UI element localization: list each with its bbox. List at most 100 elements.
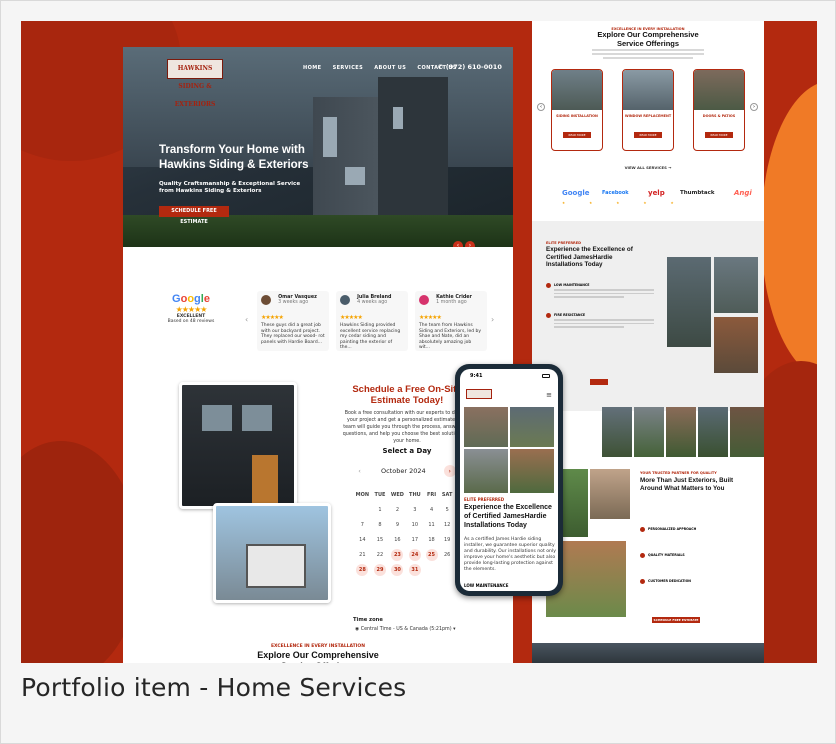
- brand-google: Google: [562, 189, 590, 197]
- review-stars: ★★★★★: [261, 314, 284, 321]
- review-date: 1 month ago: [436, 300, 467, 305]
- weekday-label: WED: [390, 491, 404, 498]
- read-more-button[interactable]: READ MORE: [563, 132, 591, 138]
- chevron-right-icon[interactable]: ›: [491, 315, 494, 324]
- calendar-day[interactable]: 25: [423, 547, 440, 562]
- calendar-day[interactable]: 30: [388, 562, 406, 577]
- brand-yelp: yelp: [648, 189, 665, 197]
- google-rating: Google ★★★★★ EXCELLENT Based on 48 revie…: [163, 293, 219, 324]
- hardie-point-text: [554, 289, 654, 298]
- hardie-point: LOW MAINTENANCE: [554, 283, 590, 287]
- calendar-day: 4: [423, 502, 440, 517]
- gallery-photo: [666, 407, 696, 457]
- day-number: 22: [376, 551, 384, 558]
- review-text: Hawkins Siding provided excellent servic…: [340, 323, 401, 350]
- day-number: 18: [428, 536, 435, 543]
- review-card: Julia Breland 4 weeks ago ★★★★★ Hawkins S…: [336, 291, 408, 351]
- brand-angi: Angi: [734, 189, 752, 197]
- calendar-day: 8: [372, 517, 389, 532]
- review-text: The team from Hawkins Siding and Exterio…: [419, 323, 482, 350]
- service-image: [623, 70, 673, 110]
- read-more-button[interactable]: READ MORE: [705, 132, 733, 138]
- day-number: 7: [360, 521, 364, 528]
- status-time: 9:41: [470, 373, 483, 379]
- calendar-week: 78910111213: [353, 517, 471, 532]
- calendar-day: 19: [440, 532, 455, 547]
- chevron-left-icon[interactable]: ‹: [245, 315, 248, 324]
- background-blob: [761, 81, 817, 381]
- mobile-logo[interactable]: [466, 389, 492, 399]
- site-logo[interactable]: HAWKINS SIDING & EXTERIORS: [167, 59, 223, 108]
- phone-screen: 9:41 ≡ ELITE PREFERRED Experience the Ex…: [460, 369, 558, 591]
- handshake-icon: [640, 579, 645, 584]
- schedule-estimate-button[interactable]: SCHEDULE FREE ESTIMATE: [652, 617, 700, 623]
- weekday-label: MON: [355, 491, 370, 498]
- portfolio-thumbnail[interactable]: HAWKINS SIDING & EXTERIORS HOME SERVICES…: [21, 21, 817, 663]
- calendar-day[interactable]: 29: [372, 562, 389, 577]
- nav-services[interactable]: SERVICES: [333, 65, 363, 71]
- weekday-label: THU: [409, 491, 421, 498]
- day-number: 9: [395, 521, 400, 528]
- service-card[interactable]: WINDOW REPLACEMENT READ MORE: [622, 69, 674, 151]
- hardie-point-text: [554, 319, 654, 328]
- calendar-day: 10: [407, 517, 424, 532]
- review-text: These guys did a great job with our back…: [261, 323, 325, 345]
- arrow-left-icon[interactable]: ‹: [453, 241, 463, 247]
- calendar-day[interactable]: 31: [407, 562, 424, 577]
- day-number: 31: [408, 563, 421, 576]
- calendar-day[interactable]: 23: [388, 547, 406, 562]
- exterior-photo: [590, 469, 630, 519]
- phone-mockup: 9:41 ≡ ELITE PREFERRED Experience the Ex…: [455, 364, 563, 596]
- read-more-button[interactable]: READ MORE: [634, 132, 662, 138]
- phone-number[interactable]: ✆ (972) 610-0010: [438, 63, 502, 71]
- service-title: WINDOW REPLACEMENT: [624, 114, 672, 118]
- nav-home[interactable]: HOME: [303, 65, 321, 71]
- carousel-next-icon[interactable]: ›: [750, 103, 758, 111]
- calendar-day: 2: [388, 502, 406, 517]
- view-all-services[interactable]: VIEW ALL SERVICES →: [532, 165, 764, 170]
- select-day-heading: Select a Day: [382, 447, 432, 455]
- calendar-empty: [423, 562, 440, 577]
- hardie-photo: [667, 257, 711, 347]
- calendar-day: 15: [372, 532, 389, 547]
- calendar-week: 14151617181920: [353, 532, 471, 547]
- arrow-right-icon[interactable]: ›: [465, 241, 475, 247]
- schedule-estimate-button[interactable]: SCHEDULE FREE ESTIMATE: [159, 206, 229, 225]
- more-point: PERSONALIZED APPROACH: [648, 527, 697, 531]
- hardie-photo: [714, 317, 758, 373]
- shield-icon: [546, 313, 551, 318]
- mobile-photo: [510, 449, 554, 493]
- day-number: 5: [445, 506, 449, 513]
- prev-month-icon[interactable]: ‹: [358, 467, 361, 475]
- calendar-day: 12: [440, 517, 455, 532]
- nav-about[interactable]: ABOUT US: [374, 65, 406, 71]
- battery-icon: [542, 374, 550, 378]
- review-stars: ★★★★★: [419, 314, 442, 321]
- day-number: 4: [429, 506, 434, 513]
- service-image: [694, 70, 744, 110]
- timezone-select[interactable]: ◉ Central Time - US & Canada (5:21pm) ▾: [355, 627, 456, 632]
- portfolio-caption[interactable]: Portfolio item - Home Services: [21, 673, 406, 702]
- day-number: 2: [395, 506, 400, 513]
- calendar-day[interactable]: 24: [407, 547, 424, 562]
- hardie-cta-button[interactable]: [590, 379, 608, 385]
- service-title: DOORS & PATIOS: [702, 114, 736, 118]
- schedule-text: Book a free consultation with our expert…: [342, 411, 472, 444]
- calendar-day[interactable]: 28: [353, 562, 372, 577]
- day-number: 3: [413, 506, 417, 513]
- avatar: [261, 295, 271, 305]
- service-card[interactable]: DOORS & PATIOS READ MORE: [693, 69, 745, 151]
- calendar-grid: MONTUEWEDTHUFRISATSUN1234567891011121314…: [353, 487, 471, 577]
- next-month-icon[interactable]: ›: [443, 465, 456, 477]
- portfolio-card[interactable]: HAWKINS SIDING & EXTERIORS HOME SERVICES…: [0, 0, 836, 744]
- avatar: [340, 295, 350, 305]
- carousel-prev-icon[interactable]: ‹: [537, 103, 545, 111]
- timezone-label: Time zone: [353, 617, 383, 623]
- mobile-text: As a certified James Hardie siding insta…: [464, 537, 556, 572]
- mobile-footer-point: LOW MAINTENANCE: [464, 583, 509, 588]
- menu-icon[interactable]: ≡: [546, 391, 552, 399]
- mobile-photo: [464, 449, 508, 493]
- service-card[interactable]: SIDING INSTALLATION READ MORE: [551, 69, 603, 151]
- dark-house-photo: [179, 382, 297, 509]
- section-kicker: EXCELLENCE IN EVERY INSTALLATION: [270, 644, 366, 649]
